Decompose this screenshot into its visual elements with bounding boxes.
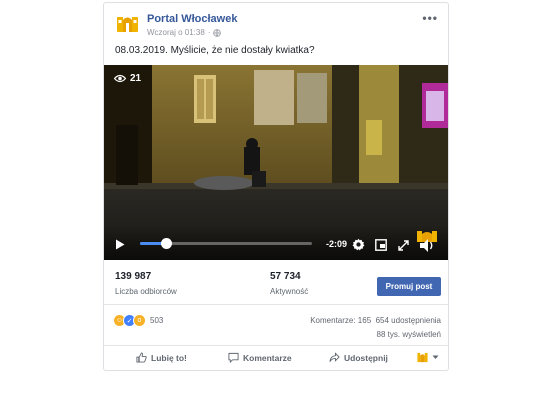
video-controls: -2:09	[104, 226, 448, 260]
video-player[interactable]: 21 -2:09	[104, 65, 448, 260]
globe-icon[interactable]	[213, 28, 222, 37]
promote-post-button[interactable]: Promuj post	[377, 277, 441, 296]
video-views-count: 88 tys. wyświetleń	[376, 330, 441, 339]
post-stats: 139 987 Liczba odbiorców 57 734 Aktywnoś…	[104, 260, 448, 305]
wow-reaction-icon: o	[133, 314, 146, 327]
post-timestamp[interactable]: Wczoraj o 01:38	[147, 28, 205, 37]
reach-value: 139 987	[115, 271, 152, 282]
reactions-row: ☺ ✓ o 503 Komentarze: 165 654 udostępnie…	[104, 305, 448, 346]
view-counter: 21	[114, 73, 141, 84]
separator-dot: ·	[207, 28, 211, 37]
post-header: Portal Włocławek Wczoraj o 01:38 · •••	[104, 3, 448, 43]
time-remaining: -2:09	[326, 239, 348, 249]
comment-icon	[228, 352, 239, 363]
eye-icon	[114, 74, 126, 83]
volume-icon[interactable]	[416, 231, 438, 253]
page-identity-icon	[417, 352, 428, 363]
page-avatar[interactable]	[115, 12, 140, 37]
play-icon[interactable]	[115, 239, 125, 250]
share-label: Udostępnij	[344, 352, 388, 363]
engagement-counts: Komentarze: 165 654 udostępnienia 88 tys…	[310, 314, 441, 342]
like-label: Lubię to!	[151, 352, 187, 363]
progress-bar[interactable]	[140, 238, 312, 249]
like-button[interactable]: Lubię to!	[136, 352, 187, 363]
more-options-icon[interactable]: •••	[422, 11, 438, 25]
post-text: 08.03.2019. Myślicie, że nie dostały kwi…	[115, 45, 315, 56]
comment-button[interactable]: Komentarze	[228, 352, 292, 363]
share-button[interactable]: Udostępnij	[329, 352, 388, 363]
post-meta: Wczoraj o 01:38 ·	[147, 28, 222, 37]
settings-gear-icon[interactable]	[352, 238, 365, 251]
engagement-value: 57 734	[270, 271, 301, 282]
post-as-selector[interactable]	[417, 352, 439, 363]
comments-count-link[interactable]: Komentarze: 165	[310, 316, 371, 325]
fullscreen-icon[interactable]	[398, 240, 409, 251]
page-name-link[interactable]: Portal Włocławek	[147, 13, 237, 25]
reaction-count: 503	[150, 316, 164, 325]
thumbs-up-icon	[136, 352, 147, 363]
share-icon	[329, 352, 340, 362]
engagement-label: Aktywność	[270, 287, 309, 296]
action-bar: Lubię to! Komentarze Udostępnij	[104, 346, 448, 372]
comment-label: Komentarze	[243, 352, 292, 363]
picture-in-picture-icon[interactable]	[375, 239, 387, 251]
view-count: 21	[130, 73, 142, 84]
reaction-summary[interactable]: ☺ ✓ o 503	[113, 314, 163, 327]
reach-label: Liczba odbiorców	[115, 287, 177, 296]
post-card: Portal Włocławek Wczoraj o 01:38 · ••• 0…	[103, 2, 449, 371]
shares-count-link[interactable]: 654 udostępnienia	[376, 316, 441, 325]
chevron-down-icon	[432, 355, 439, 359]
progress-handle[interactable]	[160, 238, 172, 249]
portal-logo-icon	[117, 17, 138, 32]
